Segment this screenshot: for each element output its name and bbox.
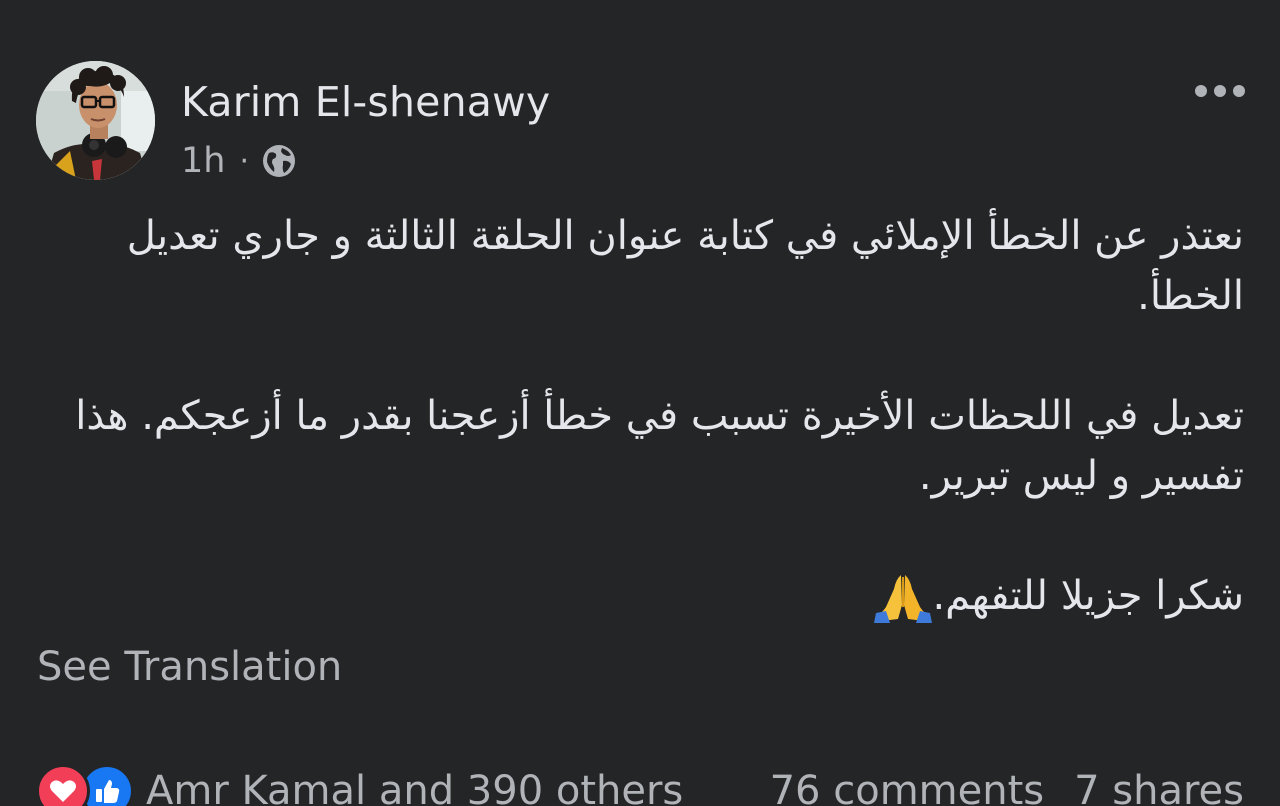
- post-paragraph-3: شكرا جزيلا للتفهم.: [38, 566, 1244, 626]
- post-paragraph-3-text: شكرا جزيلا للتفهم.: [932, 573, 1244, 619]
- meta-separator: ·: [239, 143, 249, 179]
- facebook-post: Karim El-shenawy 1h · نعتذر عن الخطأ الإ…: [0, 0, 1280, 806]
- avatar-photo: [36, 61, 155, 180]
- shares-count[interactable]: 7 shares: [1074, 768, 1244, 806]
- reactions-text: Amr Kamal and 390 others: [146, 768, 684, 806]
- love-icon: [36, 764, 90, 806]
- post-footer: Amr Kamal and 390 others 76 comments 7 s…: [0, 760, 1280, 806]
- post-meta: 1h ·: [181, 140, 297, 182]
- see-translation-link[interactable]: See Translation: [37, 644, 342, 690]
- engagement-counts: 76 comments 7 shares: [770, 766, 1244, 806]
- post-timestamp[interactable]: 1h: [181, 141, 225, 181]
- post-paragraph-2: تعديل في اللحظات الأخيرة تسبب في خطأ أزع…: [75, 393, 1244, 499]
- author-name[interactable]: Karim El-shenawy: [181, 78, 550, 126]
- post-body: نعتذر عن الخطأ الإملائي في كتابة عنوان ا…: [38, 206, 1244, 626]
- post-paragraph-1: نعتذر عن الخطأ الإملائي في كتابة عنوان ا…: [126, 213, 1244, 319]
- comments-count[interactable]: 76 comments: [770, 768, 1045, 806]
- folded-hands-emoji: [874, 575, 933, 623]
- reactions-summary[interactable]: Amr Kamal and 390 others: [36, 764, 684, 806]
- globe-icon[interactable]: [261, 143, 297, 179]
- more-options-icon[interactable]: [1192, 74, 1248, 108]
- author-avatar[interactable]: [36, 61, 155, 180]
